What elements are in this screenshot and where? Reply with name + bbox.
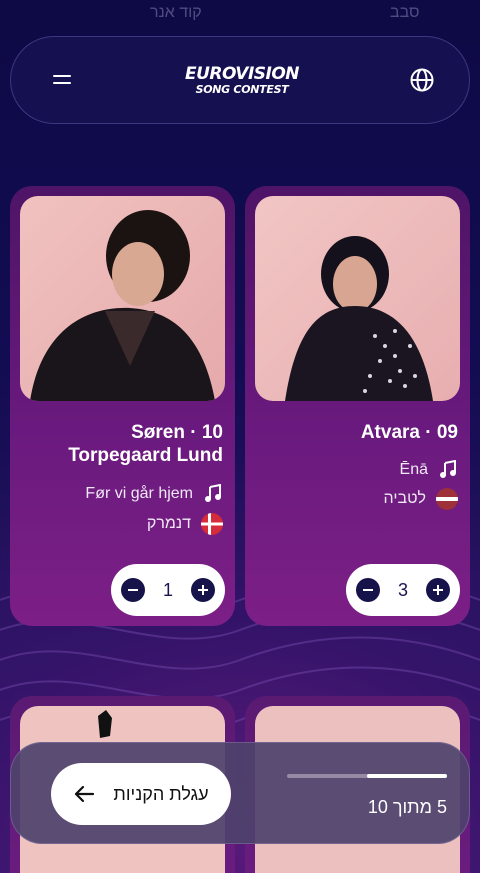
- country-name: דנמרק: [146, 515, 191, 532]
- globe-icon: [410, 68, 434, 92]
- cart-button-label: עגלת הקניות: [113, 783, 209, 804]
- language-button[interactable]: [405, 63, 439, 97]
- logo-line1: EUROVISION: [184, 63, 300, 84]
- increase-button[interactable]: [425, 578, 450, 602]
- quantity-value: 3: [397, 579, 408, 600]
- app-header: EUROVISION SONG CONTEST: [10, 36, 470, 124]
- country-name: לטביה: [383, 490, 426, 507]
- song-name: Ēnā: [399, 461, 428, 478]
- selection-progress-fill: [367, 774, 447, 778]
- selection-progress: [287, 774, 447, 778]
- country-row: דנמרק: [147, 513, 223, 535]
- music-note-icon: [205, 484, 221, 502]
- eurovision-logo: EUROVISION SONG CONTEST: [184, 63, 300, 96]
- quantity-stepper: 3: [346, 564, 460, 616]
- artist-photo: [20, 196, 225, 401]
- decrease-button[interactable]: [356, 578, 380, 602]
- minus-icon: [363, 589, 373, 591]
- quantity-stepper: 1: [111, 564, 225, 616]
- menu-icon: [53, 75, 71, 84]
- arrow-left-icon: [75, 785, 95, 803]
- menu-button[interactable]: [45, 63, 79, 97]
- artist-card-atvara[interactable]: Atvara · 09 Ēnā לטביה 3: [245, 186, 470, 626]
- country-row: לטביה: [384, 488, 458, 510]
- music-note-icon: [440, 460, 456, 478]
- artist-title: Atvara · 09: [360, 422, 458, 443]
- artist-card-soren[interactable]: Søren · 10 Torpegaard Lund Før vi går hj…: [10, 186, 235, 626]
- song-row: Før vi går hjem: [85, 484, 223, 504]
- top-strip-text-left: סבב: [390, 4, 420, 21]
- plus-icon: [197, 585, 208, 595]
- song-row: Ēnā: [400, 460, 458, 480]
- denmark-flag-icon: [201, 513, 223, 535]
- decrease-button[interactable]: [121, 578, 145, 602]
- quantity-value: 1: [162, 579, 173, 600]
- increase-button[interactable]: [190, 578, 215, 602]
- latvia-flag-icon: [436, 488, 458, 510]
- artist-title: Søren · 10 Torpegaard Lund: [68, 422, 223, 466]
- minus-icon: [128, 589, 138, 591]
- song-name: Før vi går hjem: [85, 485, 193, 502]
- selection-count: 5 מתוך 10: [367, 797, 447, 817]
- cart-button[interactable]: עגלת הקניות: [51, 763, 231, 825]
- cart-bar: עגלת הקניות 5 מתוך 10: [10, 742, 470, 844]
- plus-icon: [432, 585, 443, 595]
- top-strip: קוד אנר סבב: [0, 0, 480, 30]
- artist-photo: [255, 196, 460, 401]
- top-strip-text-right: קוד אנר: [150, 4, 202, 21]
- logo-line2: SONG CONTEST: [195, 82, 289, 96]
